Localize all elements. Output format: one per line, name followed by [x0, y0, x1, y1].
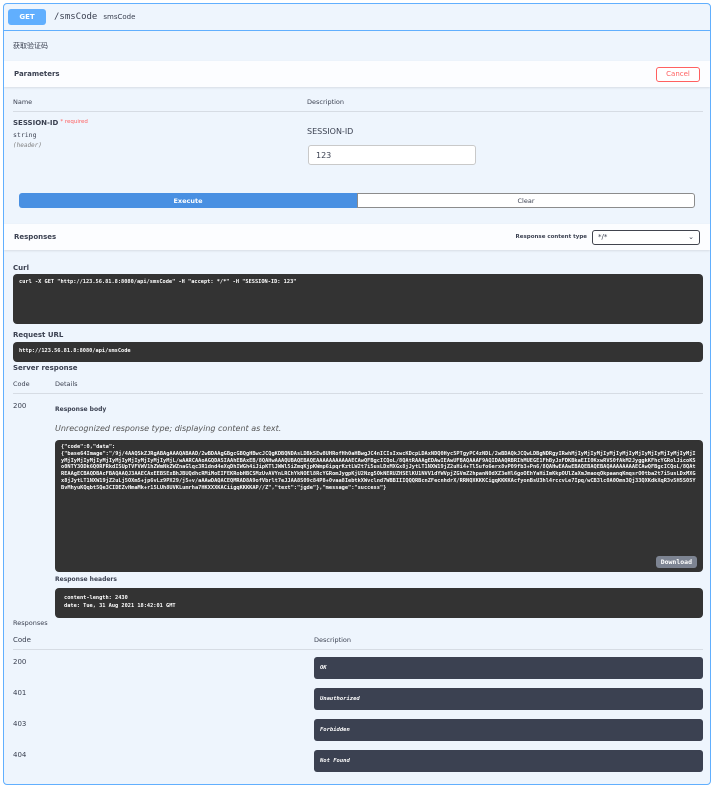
- response-desc-200: OK: [314, 657, 703, 679]
- divider: [13, 393, 703, 394]
- response-code: 200: [13, 402, 27, 410]
- response-body-block[interactable]: {"code":0,"data": {"base64Image":"/9j/4A…: [55, 440, 703, 572]
- param-session-id: SESSION-ID * required string (header): [13, 119, 88, 149]
- param-description: SESSION-ID: [307, 127, 354, 136]
- col-code-header: Code: [13, 380, 30, 388]
- responses-title: Responses: [14, 233, 57, 241]
- content-type-label: Response content type: [515, 234, 587, 240]
- cancel-button[interactable]: Cancel: [656, 66, 700, 82]
- operation-path: /smsCode: [54, 12, 98, 22]
- response-body-text: {"code":0,"data": {"base64Image":"/9j/4A…: [61, 444, 696, 491]
- request-url-value: http://123.56.81.8:8080/api/smsCode: [19, 348, 131, 354]
- param-location: (header): [13, 142, 42, 149]
- content-type-group: Response content type */* ⌄: [515, 229, 700, 245]
- request-url-label: Request URL: [13, 331, 64, 339]
- response-header-line: date: Tue, 31 Aug 2021 18:42:01 GMT: [64, 603, 176, 609]
- responses-doc-title: Responses: [13, 619, 48, 627]
- operation-description: 获取验证码: [13, 42, 48, 50]
- param-type: string: [13, 131, 37, 139]
- response-code-200: 200: [13, 658, 27, 666]
- col-details-header: Details: [55, 380, 78, 388]
- required-marker: * required: [60, 119, 88, 125]
- opblock-summary[interactable]: GET /smsCode smsCode: [4, 4, 710, 31]
- curl-command-block[interactable]: curl -X GET "http://123.56.81.8:8080/api…: [13, 274, 703, 324]
- request-url-block[interactable]: http://123.56.81.8:8080/api/smsCode: [13, 342, 703, 362]
- col-description-header: Description: [307, 98, 345, 106]
- server-response-label: Server response: [13, 364, 78, 372]
- operation-summary: smsCode: [103, 13, 136, 21]
- content-type-value: */*: [598, 233, 608, 241]
- divider: [13, 649, 703, 650]
- col-name-header: Name: [13, 98, 33, 106]
- param-name-text: SESSION-ID: [13, 119, 59, 127]
- unrecognized-type-note: Unrecognized response type; displaying c…: [55, 424, 282, 433]
- content-type-select[interactable]: */* ⌄: [592, 229, 700, 245]
- responses-col-code: Code: [13, 636, 31, 644]
- parameters-title: Parameters: [14, 70, 60, 78]
- curl-label: Curl: [13, 264, 29, 272]
- response-desc-401: Unauthorized: [314, 688, 703, 710]
- divider: [13, 111, 703, 112]
- param-name: SESSION-ID * required: [13, 119, 88, 127]
- session-id-input[interactable]: 123: [308, 145, 476, 165]
- parameters-header: Parameters Cancel: [4, 61, 710, 87]
- execute-button[interactable]: Execute: [19, 193, 357, 208]
- response-desc-404: Not Found: [314, 750, 703, 772]
- response-code-404: 404: [13, 751, 27, 759]
- response-code-403: 403: [13, 720, 27, 728]
- opblock-get-smscode: GET /smsCode smsCode 获取验证码 Parameters Ca…: [3, 3, 711, 785]
- clear-button[interactable]: Clear: [357, 193, 695, 208]
- response-code-401: 401: [13, 689, 27, 697]
- chevron-down-icon: ⌄: [688, 233, 694, 241]
- download-button[interactable]: Download: [655, 556, 697, 568]
- response-headers-label: Response headers: [55, 576, 117, 583]
- response-desc-403: Forbidden: [314, 719, 703, 741]
- response-headers-block[interactable]: content-length: 2430 date: Tue, 31 Aug 2…: [55, 588, 703, 618]
- responses-header: Responses Response content type */* ⌄: [4, 224, 710, 250]
- response-header-line: content-length: 2430: [64, 595, 128, 601]
- method-badge: GET: [8, 9, 46, 25]
- curl-command: curl -X GET "http://123.56.81.8:8080/api…: [19, 279, 297, 285]
- response-body-label: Response body: [55, 406, 107, 413]
- responses-col-description: Description: [314, 636, 352, 644]
